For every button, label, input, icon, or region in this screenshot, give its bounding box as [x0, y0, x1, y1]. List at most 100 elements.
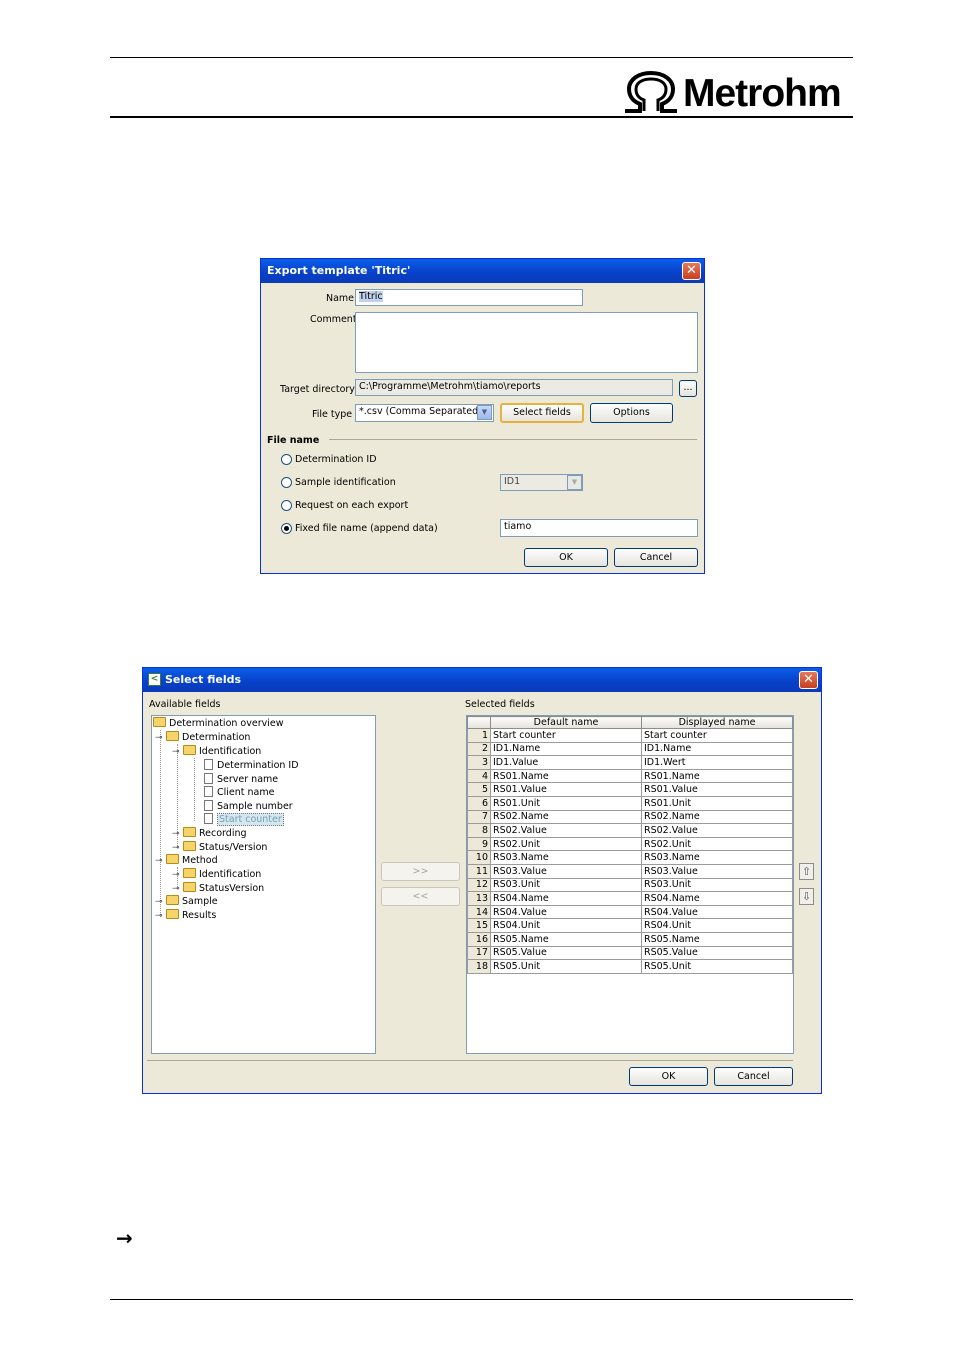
default-name-cell[interactable]: RS02.Unit	[490, 836, 642, 852]
table-row[interactable]: 8 RS02.Value RS02.Value	[467, 823, 793, 838]
default-name-cell[interactable]: ID1.Value	[490, 755, 642, 770]
default-name-cell[interactable]: RS05.Value	[490, 945, 642, 961]
table-row[interactable]: 17 RS05.Value RS05.Value	[467, 945, 793, 961]
default-name-cell[interactable]: RS04.Unit	[490, 918, 642, 933]
remove-field-button[interactable]: <<	[381, 887, 460, 906]
table-row[interactable]: 4 RS01.Name RS01.Name	[467, 768, 793, 784]
default-name-cell[interactable]: RS01.Unit	[490, 795, 642, 811]
expand-toggle-icon[interactable]: ⊸	[155, 896, 164, 909]
move-up-icon[interactable]: ⇧	[799, 863, 814, 880]
browse-button[interactable]: ...	[679, 380, 697, 397]
table-row[interactable]: 13 RS04.Name RS04.Name	[467, 891, 793, 906]
cancel-button[interactable]: Cancel	[714, 1067, 793, 1086]
comment-field[interactable]	[355, 312, 698, 373]
tree-item-start-counter[interactable]: Start counter	[204, 813, 284, 826]
expand-toggle-icon[interactable]: ⊸	[172, 828, 181, 841]
tree-item-status-version[interactable]: ⊸ Status/Version	[172, 841, 267, 854]
default-name-cell[interactable]: Start counter	[490, 728, 642, 743]
name-field[interactable]: Titric	[355, 289, 583, 306]
displayed-name-cell[interactable]: RS05.Value	[641, 945, 793, 961]
displayed-name-cell[interactable]: RS03.Value	[641, 863, 793, 879]
displayed-name-cell[interactable]: ID1.Wert	[641, 755, 793, 770]
request-on-export-radio[interactable]	[281, 500, 292, 511]
determination-id-radio[interactable]	[281, 454, 292, 465]
default-name-cell[interactable]: RS01.Value	[490, 782, 642, 797]
tree-item-results[interactable]: ⊸ Results	[155, 909, 216, 922]
displayed-name-cell[interactable]: RS01.Name	[641, 768, 793, 784]
tree-item-determination-id[interactable]: Determination ID	[204, 759, 299, 772]
tree-item-server-name[interactable]: Server name	[204, 773, 278, 786]
select-fields-button[interactable]: Select fields	[500, 403, 584, 423]
displayed-name-cell[interactable]: RS02.Name	[641, 809, 793, 825]
displayed-name-cell[interactable]: RS02.Value	[641, 823, 793, 838]
displayed-name-cell[interactable]: RS05.Name	[641, 931, 793, 947]
tree-item-sample-number[interactable]: Sample number	[204, 800, 293, 813]
tree-item-sample[interactable]: ⊸ Sample	[155, 895, 218, 908]
displayed-name-cell[interactable]: RS04.Value	[641, 904, 793, 920]
table-row[interactable]: 5 RS01.Value RS01.Value	[467, 782, 793, 797]
available-fields-tree[interactable]: Determination overview ⊸ Determination ⊸ I…	[151, 715, 376, 1054]
table-row[interactable]: 9 RS02.Unit RS02.Unit	[467, 836, 793, 852]
displayed-name-header[interactable]: Displayed name	[641, 716, 793, 729]
default-name-cell[interactable]: RS03.Name	[490, 850, 642, 865]
table-row[interactable]: 1 Start counter Start counter	[467, 728, 793, 743]
table-row[interactable]: 16 RS05.Name RS05.Name	[467, 931, 793, 947]
default-name-cell[interactable]: RS02.Value	[490, 823, 642, 838]
table-row[interactable]: 12 RS03.Unit RS03.Unit	[467, 877, 793, 893]
tree-item-method-identification[interactable]: ⊸ Identification	[172, 868, 261, 881]
expand-toggle-icon[interactable]: ⊸	[172, 869, 181, 882]
target-directory-field[interactable]: C:\Programme\Metrohm\tiamo\reports	[355, 379, 673, 396]
collapse-toggle-icon[interactable]: ⊸	[155, 732, 164, 745]
close-icon[interactable]: ✕	[799, 671, 818, 689]
displayed-name-cell[interactable]: RS04.Name	[641, 891, 793, 906]
displayed-name-cell[interactable]: RS03.Unit	[641, 877, 793, 893]
default-name-cell[interactable]: RS04.Name	[490, 891, 642, 906]
fixed-file-name-field[interactable]: tiamo	[500, 519, 698, 537]
cancel-button[interactable]: Cancel	[614, 548, 698, 567]
displayed-name-cell[interactable]: ID1.Name	[641, 741, 793, 757]
default-name-header[interactable]: Default name	[490, 716, 642, 729]
displayed-name-cell[interactable]: RS02.Unit	[641, 836, 793, 852]
table-row[interactable]: 15 RS04.Unit RS04.Unit	[467, 918, 793, 933]
ok-button[interactable]: OK	[629, 1067, 708, 1086]
default-name-cell[interactable]: ID1.Name	[490, 741, 642, 757]
default-name-cell[interactable]: RS03.Value	[490, 863, 642, 879]
tree-item-recording[interactable]: ⊸ Recording	[172, 827, 247, 840]
table-row[interactable]: 14 RS04.Value RS04.Value	[467, 904, 793, 920]
tree-item-method-status[interactable]: ⊸ StatusVersion	[172, 882, 264, 895]
table-row[interactable]: 2 ID1.Name ID1.Name	[467, 741, 793, 757]
close-icon[interactable]: ✕	[682, 262, 701, 280]
default-name-cell[interactable]: RS01.Name	[490, 768, 642, 784]
expand-toggle-icon[interactable]: ⊸	[155, 910, 164, 923]
add-field-button[interactable]: >>	[381, 862, 460, 881]
displayed-name-cell[interactable]: RS01.Unit	[641, 795, 793, 811]
table-row[interactable]: 7 RS02.Name RS02.Name	[467, 809, 793, 825]
table-row[interactable]: 18 RS05.Unit RS05.Unit	[467, 959, 793, 974]
default-name-cell[interactable]: RS05.Name	[490, 931, 642, 947]
default-name-cell[interactable]: RS02.Name	[490, 809, 642, 825]
file-type-select[interactable]: *.csv (Comma Separated)	[355, 404, 494, 422]
displayed-name-cell[interactable]: Start counter	[641, 728, 793, 743]
fixed-file-name-radio[interactable]	[281, 523, 292, 534]
table-row[interactable]: 3 ID1.Value ID1.Wert	[467, 755, 793, 770]
table-row[interactable]: 11 RS03.Value RS03.Value	[467, 863, 793, 879]
collapse-toggle-icon[interactable]: ⊸	[172, 746, 181, 759]
move-down-icon[interactable]: ⇩	[799, 888, 814, 905]
tree-item-method[interactable]: ⊸ Method	[155, 854, 218, 867]
collapse-toggle-icon[interactable]: ⊸	[155, 855, 164, 868]
displayed-name-cell[interactable]: RS04.Unit	[641, 918, 793, 933]
default-name-cell[interactable]: RS04.Value	[490, 904, 642, 920]
displayed-name-cell[interactable]: RS05.Unit	[641, 959, 793, 974]
tree-item-client-name[interactable]: Client name	[204, 786, 274, 799]
tree-item-determination[interactable]: ⊸ Determination	[155, 731, 250, 744]
default-name-cell[interactable]: RS05.Unit	[490, 959, 642, 974]
tree-item-root[interactable]: Determination overview	[153, 717, 283, 730]
options-button[interactable]: Options	[590, 403, 673, 423]
chevron-down-icon[interactable]: ▼	[477, 405, 492, 420]
tree-item-identification[interactable]: ⊸ Identification	[172, 745, 261, 758]
default-name-cell[interactable]: RS03.Unit	[490, 877, 642, 893]
sample-identification-radio[interactable]	[281, 477, 292, 488]
displayed-name-cell[interactable]: RS03.Name	[641, 850, 793, 865]
selected-fields-table[interactable]: Default name Displayed name 1 Start count…	[467, 716, 793, 974]
ok-button[interactable]: OK	[524, 548, 608, 567]
